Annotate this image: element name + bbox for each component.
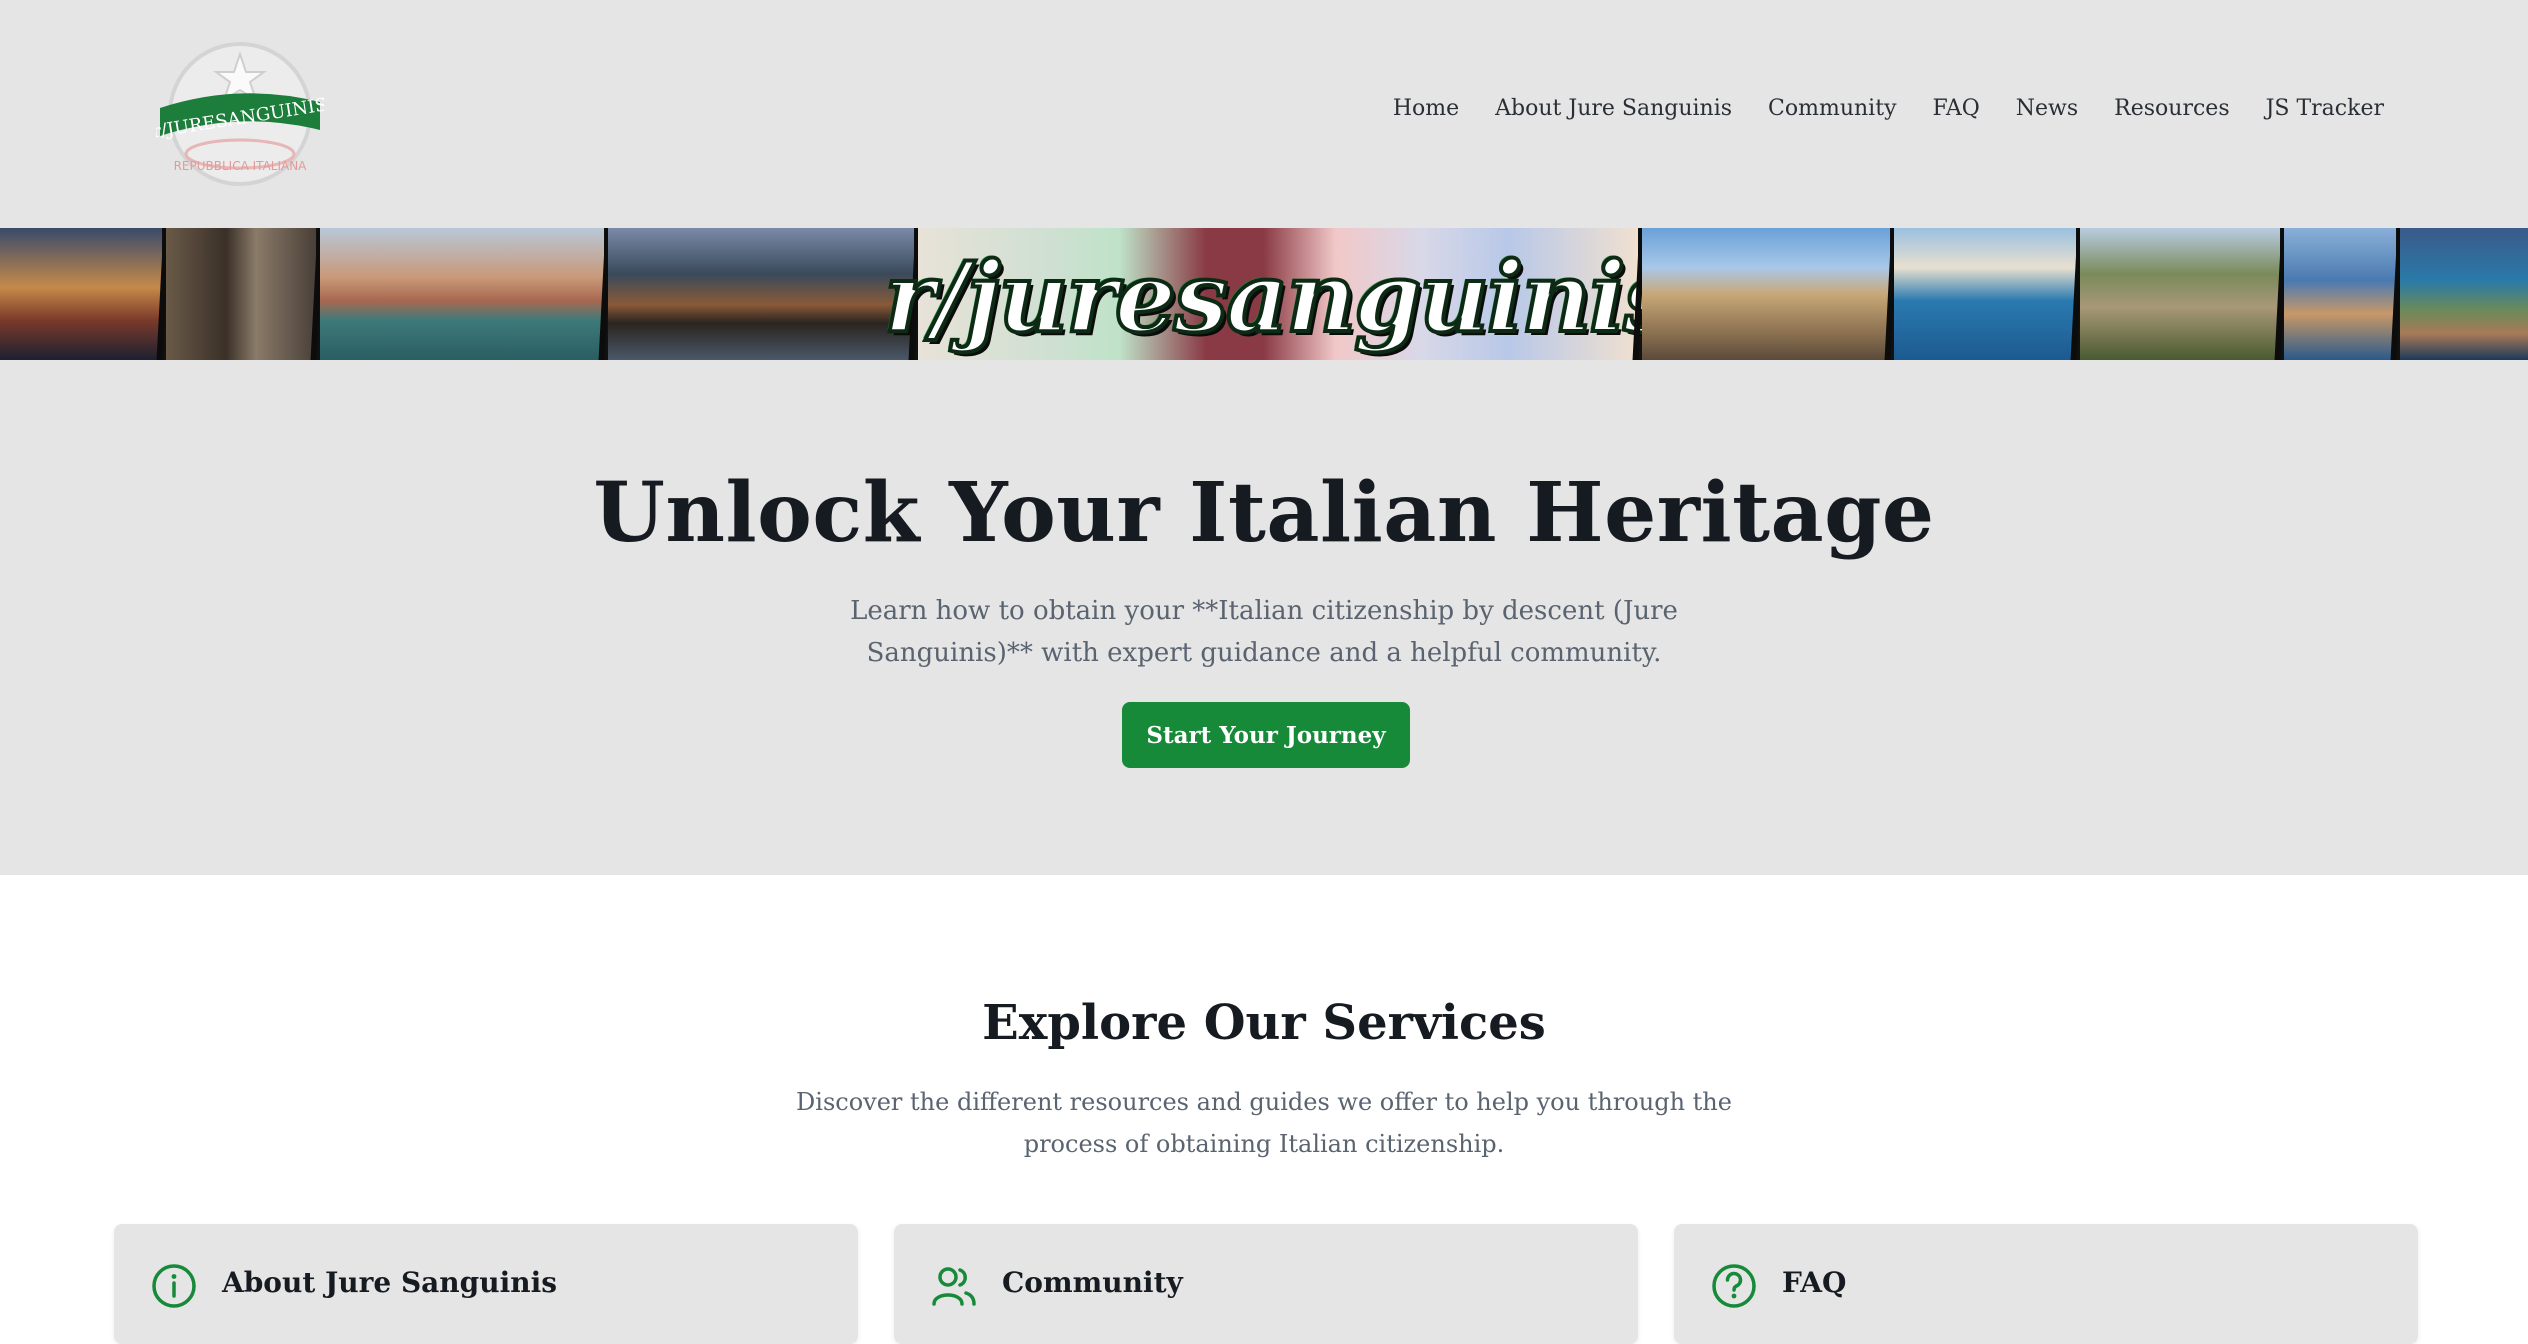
banner-photo-castle	[1642, 228, 1890, 360]
site-header: REPUBBLICA ITALIANA r/JURESANGUINIS Home…	[0, 0, 2528, 228]
nav-home[interactable]: Home	[1393, 96, 1459, 121]
hero-section: Unlock Your Italian Heritage Learn how t…	[0, 360, 2528, 875]
service-card-about-jure-sanguinis[interactable]: About Jure Sanguinis	[114, 1224, 858, 1344]
service-card-title: Community	[1002, 1266, 1183, 1299]
banner-photo-coast-town	[2400, 228, 2528, 360]
services-title: Explore Our Services	[982, 995, 1546, 1051]
service-card-faq[interactable]: FAQ	[1674, 1224, 2418, 1344]
hero-subtitle: Learn how to obtain your **Italian citiz…	[850, 596, 1678, 668]
banner-title: r/juresanguinis	[882, 239, 1680, 356]
users-icon	[930, 1262, 978, 1310]
nav-js-tracker[interactable]: JS Tracker	[2266, 96, 2384, 121]
services-section: Explore Our Services Discover the differ…	[0, 875, 2528, 1344]
question-icon	[1710, 1262, 1758, 1310]
banner-photo-amalfi	[2284, 228, 2396, 360]
banner-photo-stone-bridge	[2080, 228, 2280, 360]
banner-photo-archway	[166, 228, 316, 360]
nav-faq[interactable]: FAQ	[1933, 96, 1980, 121]
banner-photo-cliff-sea	[1894, 228, 2076, 360]
nav-community[interactable]: Community	[1768, 96, 1896, 121]
start-journey-button[interactable]: Start Your Journey	[1122, 702, 1410, 768]
service-card-community[interactable]: Community	[894, 1224, 1638, 1344]
service-card-title: About Jure Sanguinis	[222, 1266, 557, 1299]
nav-resources[interactable]: Resources	[2114, 96, 2229, 121]
photo-banner: r/juresanguinis	[0, 228, 2528, 360]
main-nav: Home About Jure Sanguinis Community FAQ …	[1393, 96, 2384, 121]
banner-photo-coast-village	[0, 228, 162, 360]
info-icon	[150, 1262, 198, 1310]
logo-subtext: REPUBBLICA ITALIANA	[174, 159, 308, 173]
service-card-title: FAQ	[1782, 1266, 1847, 1299]
banner-photo-venice	[320, 228, 604, 360]
banner-photo-covered-bridge	[608, 228, 914, 360]
services-description: Discover the different resources and gui…	[796, 1088, 1732, 1158]
nav-news[interactable]: News	[2016, 96, 2078, 121]
hero-title: Unlock Your Italian Heritage	[593, 465, 1935, 561]
site-logo[interactable]: REPUBBLICA ITALIANA r/JURESANGUINIS	[151, 36, 329, 192]
nav-about-jure-sanguinis[interactable]: About Jure Sanguinis	[1495, 96, 1732, 121]
